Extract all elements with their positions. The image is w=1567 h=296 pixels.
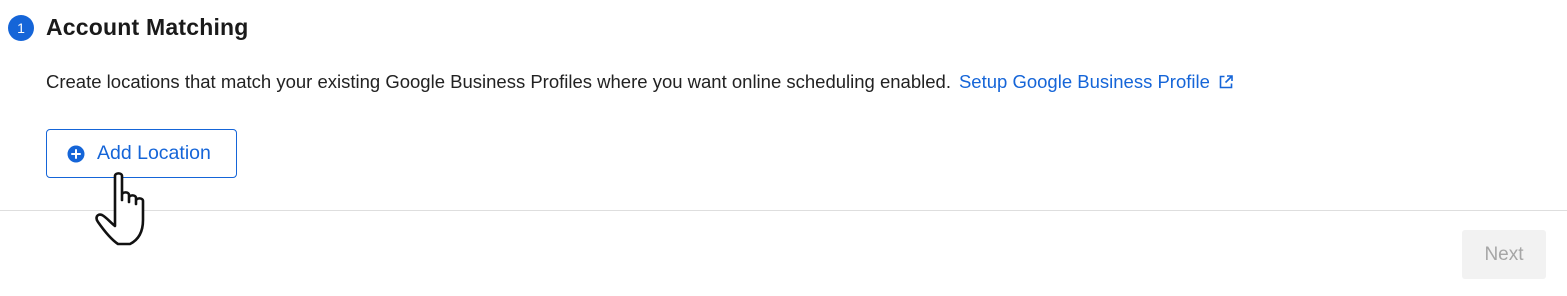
plus-circle-icon (67, 145, 85, 163)
step-title: Account Matching (46, 14, 249, 40)
section-divider (0, 210, 1567, 211)
next-button[interactable]: Next (1462, 230, 1546, 279)
description-text: Create locations that match your existin… (46, 71, 951, 92)
account-matching-step: 1 Account Matching Create locations that… (0, 0, 1567, 296)
external-link-icon (1218, 74, 1234, 90)
step-header: 1 Account Matching (8, 14, 249, 41)
hand-pointer-icon (95, 172, 145, 246)
description-row: Create locations that match your existin… (46, 71, 1234, 93)
setup-google-business-profile-link[interactable]: Setup Google Business Profile (959, 71, 1234, 93)
add-location-label: Add Location (97, 142, 211, 164)
step-number-badge: 1 (8, 14, 34, 41)
setup-link-label: Setup Google Business Profile (958, 71, 1210, 92)
